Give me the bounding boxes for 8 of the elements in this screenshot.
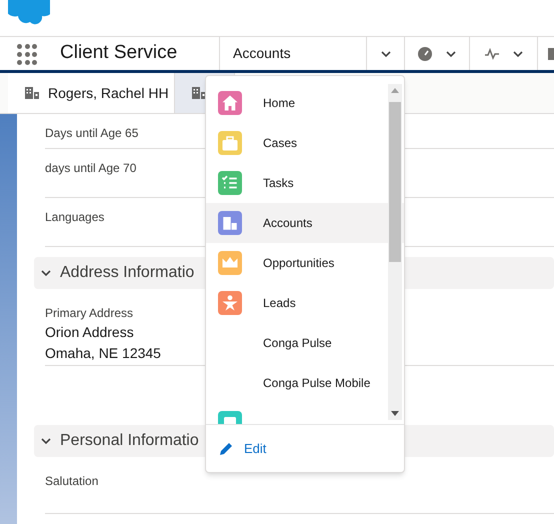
field-label: Languages: [45, 210, 104, 224]
field-value: Omaha, NE 12345: [45, 344, 161, 363]
field-label: Days until Age 65: [45, 126, 138, 140]
field-label: days until Age 70: [45, 161, 136, 175]
app-name: Client Service: [60, 41, 178, 66]
field-value: Orion Address: [45, 323, 134, 342]
field-label: Salutation: [45, 473, 98, 490]
field-label: Primary Address: [45, 305, 134, 322]
